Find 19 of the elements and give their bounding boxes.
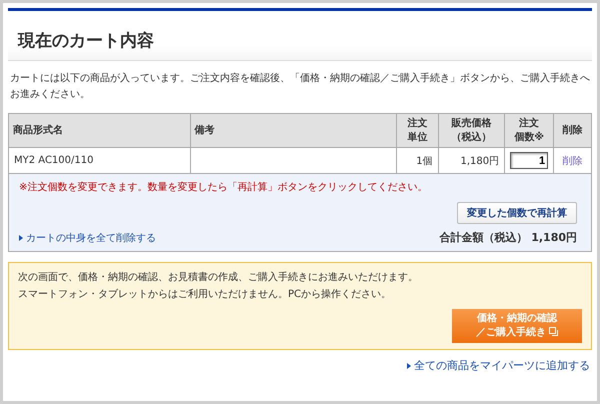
info-text: 次の画面で、価格・納期の確認、お見積書の作成、ご購入手続きにお進みいただけます。: [18, 270, 419, 285]
notice-text: ※注文個数を変更できます。数量を変更したら「再計算」ボタンをクリックしてください。: [19, 180, 428, 194]
column-header: 削除: [554, 114, 592, 148]
caret-icon: [19, 234, 23, 240]
recalculate-button[interactable]: 変更した個数で再計算: [457, 202, 577, 224]
add-to-myparts-link[interactable]: 全ての商品をマイパーツに追加する: [407, 358, 590, 373]
column-header: 商品形式名: [8, 114, 190, 148]
total-amount: 合計金額（税込） 1,180円: [439, 230, 577, 245]
page-title: 現在のカート内容: [18, 30, 155, 52]
info-text: スマートフォン・タブレットからはご利用いただけません。PCから操作ください。: [18, 288, 392, 302]
caret-icon: [407, 362, 411, 368]
column-header: 販売価格 （税込）: [438, 114, 505, 148]
column-header: 注文 個数※: [504, 114, 554, 148]
intro-text: カートには以下の商品が入っています。ご注文内容を確認後、「価格・納期の確認／ご購入手続き」ボタンから、ご購入手続きへお進みください。: [10, 72, 590, 102]
column-header: 注文 単位: [396, 114, 438, 148]
clear-cart-link[interactable]: カートの中身を全て削除する: [19, 230, 156, 244]
column-header: 備考: [190, 114, 396, 148]
quantity-field[interactable]: 1: [510, 152, 548, 169]
new-window-icon: [549, 327, 558, 336]
